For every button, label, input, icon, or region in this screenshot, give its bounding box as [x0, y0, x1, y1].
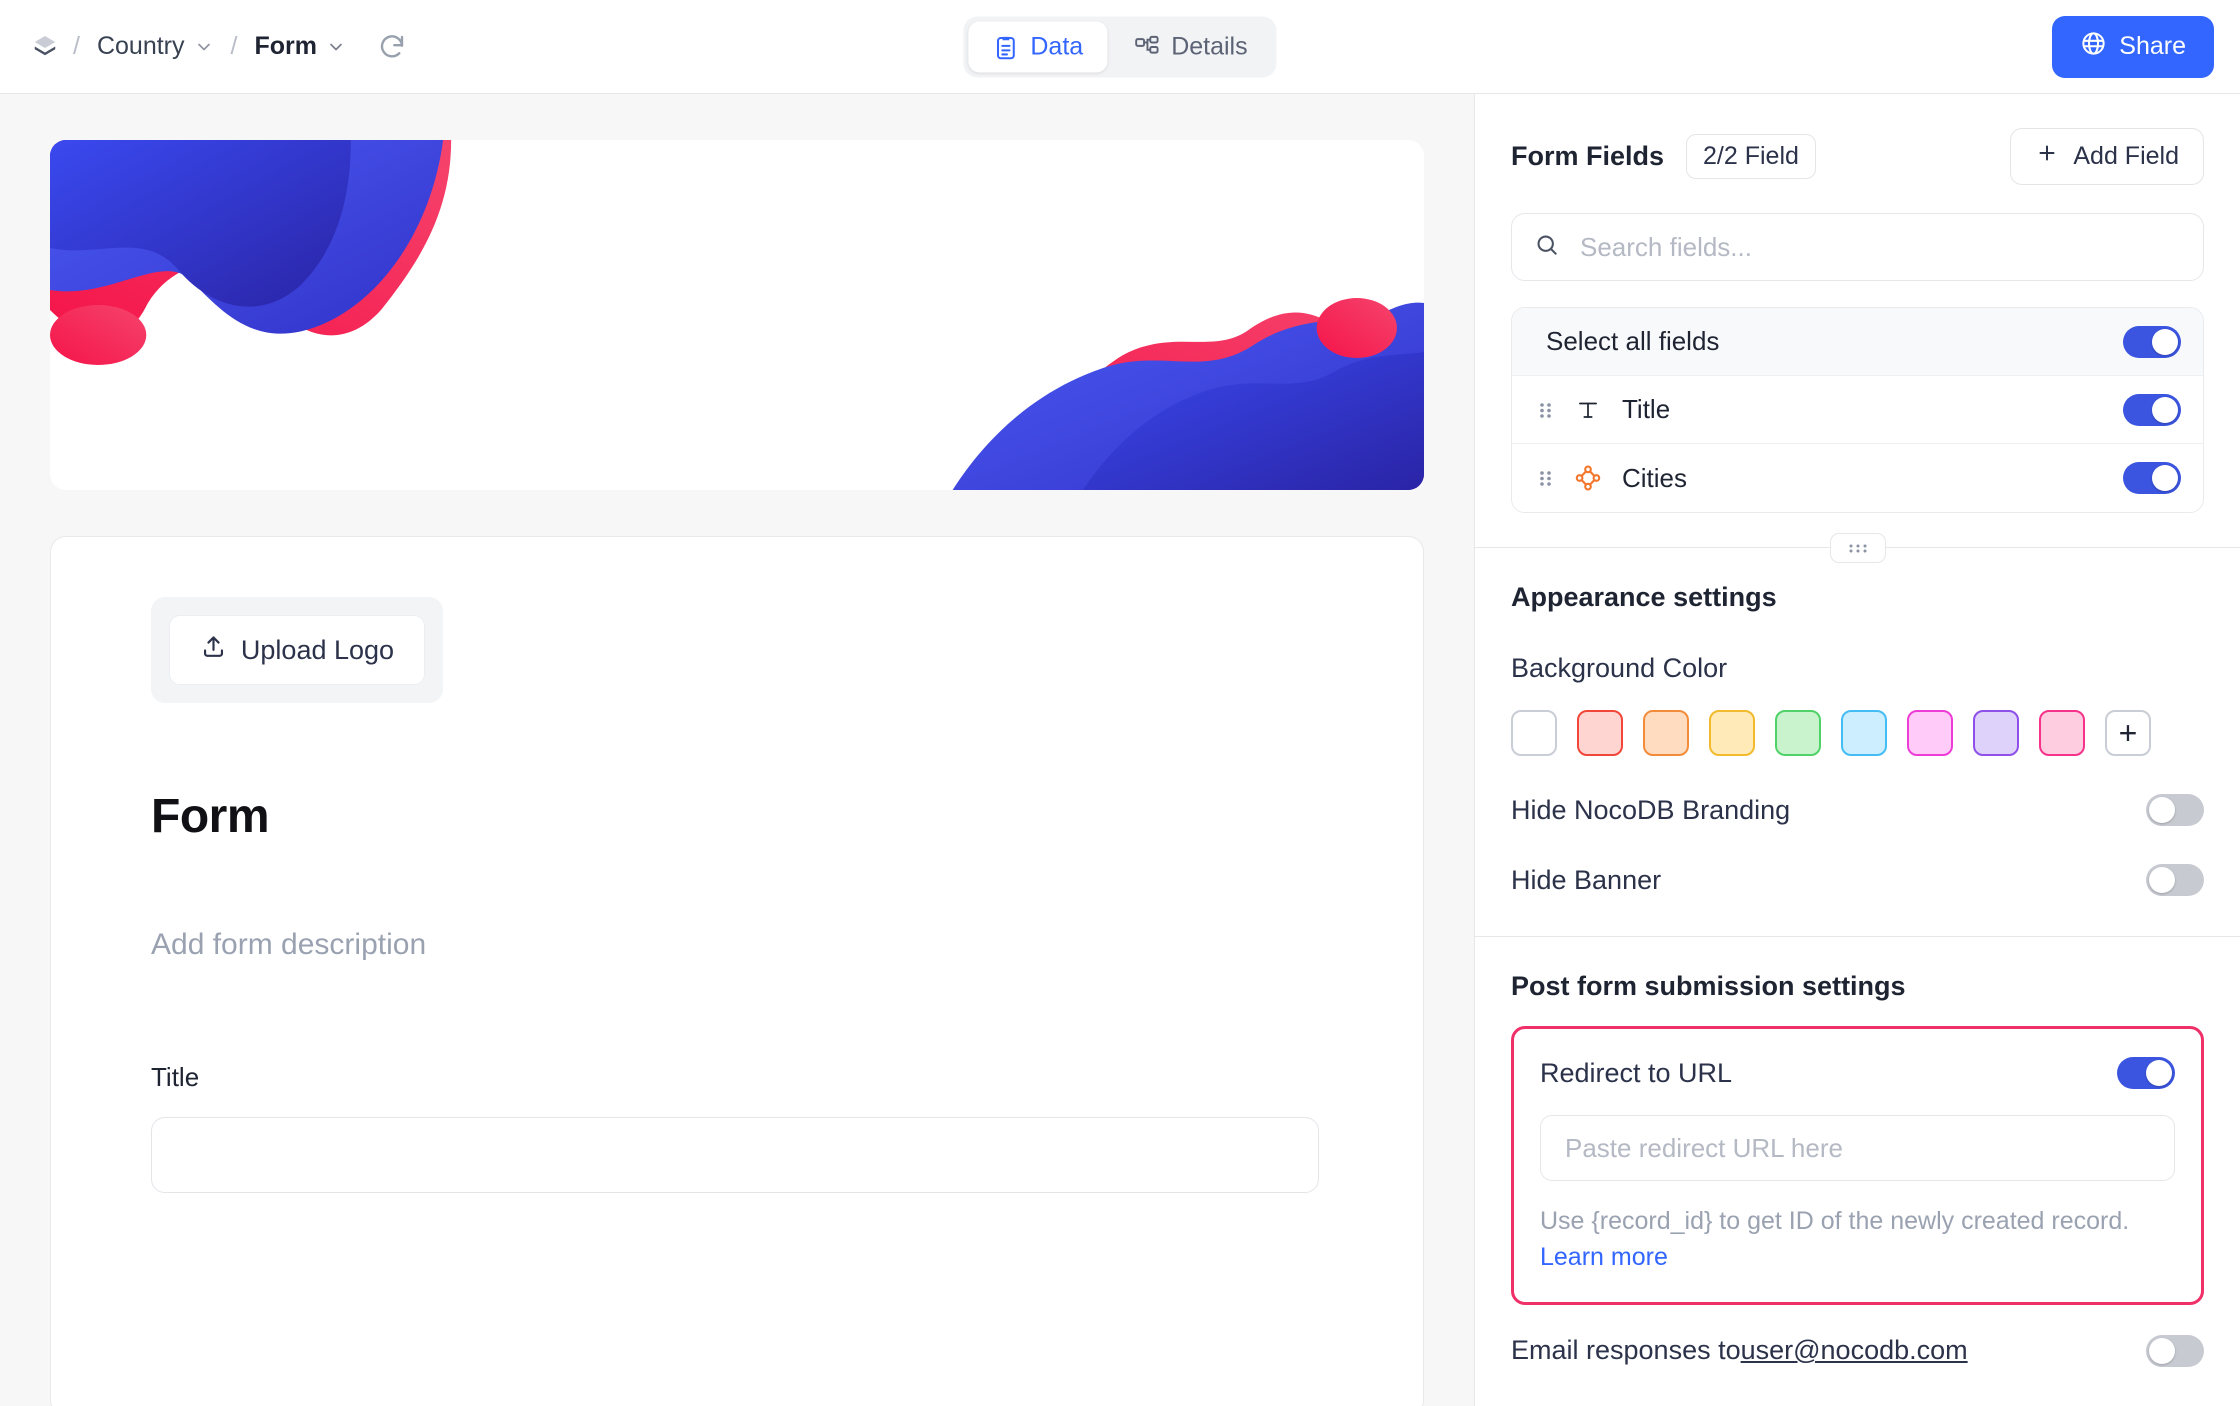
top-bar: / Country / Form: [0, 0, 2240, 94]
field-row-title-label: Title: [1622, 394, 1670, 425]
form-builder-page: / Country / Form: [0, 0, 2240, 1406]
share-button[interactable]: Share: [2052, 16, 2214, 78]
select-all-fields-label: Select all fields: [1546, 326, 1719, 357]
redirect-url-field[interactable]: [1540, 1115, 2175, 1181]
clipboard-icon: [992, 33, 1019, 60]
redirect-to-url-toggle[interactable]: [2117, 1057, 2175, 1089]
field-row-cities-label: Cities: [1622, 463, 1687, 494]
breadcrumb-separator-1: /: [73, 32, 80, 61]
hide-banner-label: Hide Banner: [1511, 865, 1661, 896]
color-swatch-orange[interactable]: [1643, 710, 1689, 756]
links-type-icon: [1572, 464, 1604, 492]
hide-branding-row: Hide NocoDB Branding: [1511, 794, 2204, 826]
form-field-title-input[interactable]: [151, 1117, 1319, 1193]
select-all-fields-row[interactable]: Select all fields: [1512, 308, 2203, 376]
learn-more-link[interactable]: Learn more: [1540, 1243, 1668, 1271]
tab-details[interactable]: Details: [1109, 21, 1271, 72]
database-icon: [30, 32, 60, 62]
hide-branding-label: Hide NocoDB Branding: [1511, 795, 1790, 826]
email-responses-row: Email responses to user@nocodb.com: [1511, 1335, 2204, 1367]
hide-banner-row: Hide Banner: [1511, 864, 2204, 896]
upload-logo-button[interactable]: Upload Logo: [169, 615, 425, 685]
form-field-title-label: Title: [151, 1062, 1323, 1093]
redirect-to-url-row: Redirect to URL: [1540, 1057, 2175, 1089]
appearance-settings-title: Appearance settings: [1511, 582, 2204, 613]
redirect-hint-text: Use {record_id} to get ID of the newly c…: [1540, 1203, 2170, 1276]
banner-blobs: [50, 140, 1424, 490]
form-banner: [50, 140, 1424, 490]
breadcrumb-separator-2: /: [231, 32, 238, 61]
color-swatch-red[interactable]: [1577, 710, 1623, 756]
fields-list: Select all fields Title: [1511, 307, 2204, 513]
upload-logo-label: Upload Logo: [241, 635, 394, 666]
add-field-label: Add Field: [2073, 142, 2179, 171]
drag-handle-icon[interactable]: [1538, 398, 1554, 422]
panel-resize-handle[interactable]: [1830, 533, 1886, 563]
refresh-icon[interactable]: [375, 30, 409, 64]
drag-handle-icon[interactable]: [1538, 466, 1554, 490]
breadcrumb-table-label: Country: [97, 32, 185, 61]
select-all-fields-toggle[interactable]: [2123, 326, 2181, 358]
field-row-title[interactable]: Title: [1512, 376, 2203, 444]
add-color-button[interactable]: +: [2105, 710, 2151, 756]
form-title[interactable]: Form: [151, 789, 1323, 844]
field-count-badge: 2/2 Field: [1686, 134, 1816, 179]
color-swatch-green[interactable]: [1775, 710, 1821, 756]
breadcrumb-view-form[interactable]: Form: [250, 29, 350, 64]
form-description-placeholder[interactable]: Add form description: [151, 928, 1323, 962]
search-fields-box[interactable]: [1511, 213, 2204, 281]
text-type-icon: [1572, 397, 1604, 423]
form-card: Upload Logo Form Add form description Ti…: [50, 536, 1424, 1406]
tab-details-label: Details: [1171, 32, 1247, 61]
hide-banner-toggle[interactable]: [2146, 864, 2204, 896]
breadcrumb: / Country / Form: [30, 29, 409, 64]
tab-data[interactable]: Data: [968, 21, 1107, 72]
post-submission-section: Post form submission settings Redirect t…: [1475, 937, 2240, 1367]
search-icon: [1534, 232, 1560, 263]
panel-resize-divider: [1475, 547, 2240, 548]
share-button-label: Share: [2119, 32, 2186, 61]
color-swatch-white[interactable]: [1511, 710, 1557, 756]
chevron-down-icon: [194, 37, 214, 57]
redirect-to-url-label: Redirect to URL: [1540, 1058, 1732, 1089]
field-row-cities-toggle[interactable]: [2123, 462, 2181, 494]
email-responses-address[interactable]: user@nocodb.com: [1741, 1335, 1968, 1366]
redirect-hint-body: Use {record_id} to get ID of the newly c…: [1540, 1207, 2129, 1235]
redirect-highlight-box: Redirect to URL Use {record_id} to get I…: [1511, 1026, 2204, 1305]
field-row-cities[interactable]: Cities: [1512, 444, 2203, 512]
color-swatch-pink[interactable]: [2039, 710, 2085, 756]
color-swatch-purple[interactable]: [1973, 710, 2019, 756]
appearance-settings-section: Appearance settings Background Color + H…: [1475, 548, 2240, 896]
upload-icon: [200, 633, 227, 667]
email-responses-toggle[interactable]: [2146, 1335, 2204, 1367]
color-swatch-magenta[interactable]: [1907, 710, 1953, 756]
main-body: Upload Logo Form Add form description Ti…: [0, 94, 2240, 1406]
globe-icon: [2080, 30, 2107, 64]
form-fields-title: Form Fields: [1511, 141, 1664, 172]
color-swatch-blue[interactable]: [1841, 710, 1887, 756]
chevron-down-icon: [326, 37, 346, 57]
background-color-swatches: +: [1511, 710, 2204, 756]
upload-logo-container: Upload Logo: [151, 597, 443, 703]
settings-panel: Form Fields 2/2 Field Add Field Select a…: [1474, 94, 2240, 1406]
breadcrumb-table-country[interactable]: Country: [93, 29, 218, 64]
background-color-label: Background Color: [1511, 653, 2204, 684]
plus-icon: [2035, 141, 2059, 172]
hierarchy-icon: [1133, 33, 1160, 60]
view-tabs: Data Details: [963, 16, 1276, 77]
breadcrumb-view-label: Form: [254, 32, 317, 61]
form-fields-header: Form Fields 2/2 Field Add Field: [1475, 94, 2240, 185]
redirect-url-input[interactable]: [1563, 1132, 2152, 1165]
tab-data-label: Data: [1030, 32, 1083, 61]
add-field-button[interactable]: Add Field: [2010, 128, 2204, 185]
search-fields-input[interactable]: [1578, 231, 2181, 264]
form-field-title: Title: [151, 1062, 1323, 1193]
post-submission-title: Post form submission settings: [1511, 971, 2204, 1002]
hide-branding-toggle[interactable]: [2146, 794, 2204, 826]
field-row-title-toggle[interactable]: [2123, 394, 2181, 426]
color-swatch-yellow[interactable]: [1709, 710, 1755, 756]
email-responses-label: Email responses to: [1511, 1335, 1741, 1366]
form-preview: Upload Logo Form Add form description Ti…: [0, 94, 1474, 1406]
